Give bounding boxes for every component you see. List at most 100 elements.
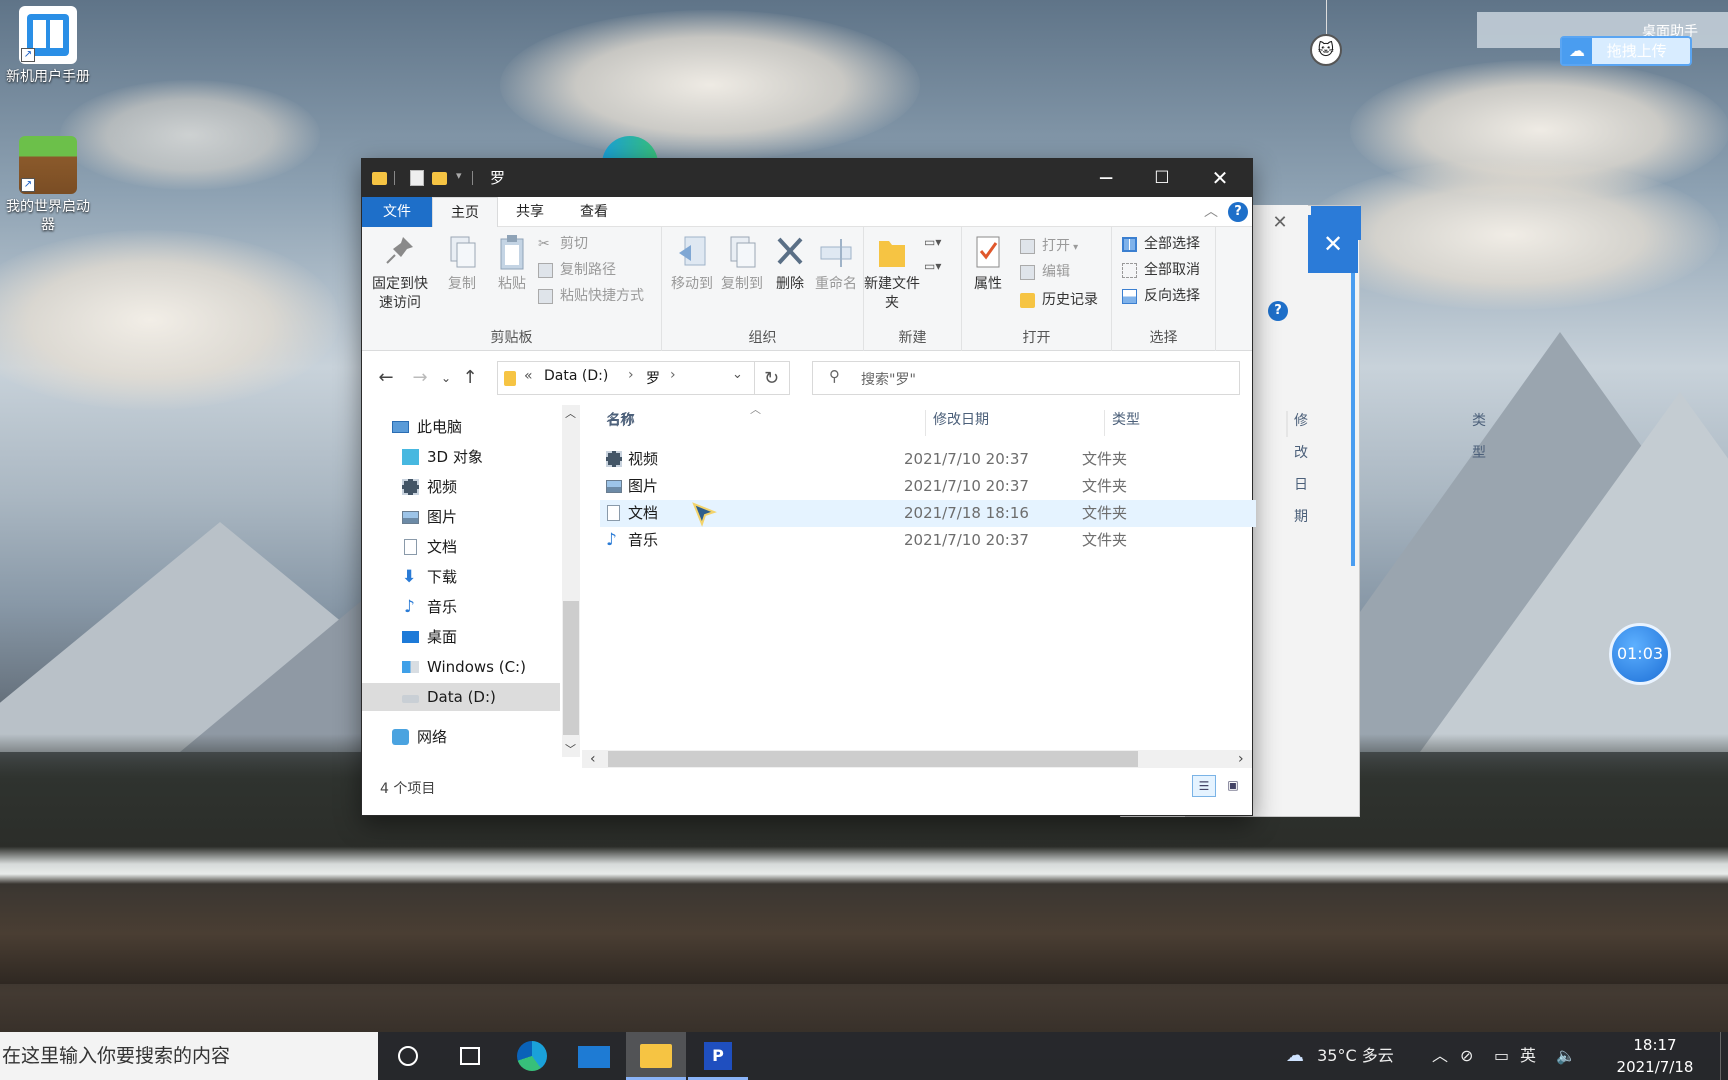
scroll-right-icon[interactable]: › [1238,750,1244,768]
task-view-button[interactable] [440,1032,500,1080]
file-row[interactable]: 视频 2021/7/10 20:37 文件夹 [600,446,1256,473]
cat-widget-icon[interactable]: 🐱 [1310,34,1342,66]
search-box[interactable]: ⚲ 搜索"罗" [812,361,1240,395]
desktop-icon-minecraft-launcher[interactable]: ↗ 我的世界启动器 [4,136,92,234]
navigation-pane-scrollbar[interactable]: ︿ ﹀ [562,405,580,757]
new-folder-quick-icon[interactable] [432,172,447,185]
floating-timer[interactable]: 01:03 [1609,623,1671,685]
background-dialog-close[interactable]: ✕ [1252,205,1308,241]
open-button[interactable]: 打开 ▾ [1020,235,1078,257]
tab-share[interactable]: 共享 [498,197,562,227]
scroll-up-icon[interactable]: ︿ [565,405,576,421]
pin-to-quick-access-button[interactable]: 固定到快速访问 [368,233,432,313]
taskbar-app-edge[interactable] [502,1032,562,1080]
copy-path-button[interactable]: 复制路径 [538,259,616,281]
back-arrow-icon[interactable]: ← [374,365,398,391]
weather-widget[interactable]: ☁ 35°C 多云 [1286,1032,1394,1080]
minimize-button[interactable]: ─ [1078,159,1134,197]
nav-item-music[interactable]: ♪ 音乐 [362,593,560,621]
show-hidden-icons[interactable]: ︿ [1432,1032,1448,1080]
taskbar-app-mail[interactable] [564,1032,624,1080]
column-header-type[interactable]: 类型 [1472,405,1486,461]
recent-locations-icon[interactable]: ⌄ [434,365,458,391]
nav-item-videos[interactable]: 视频 [362,473,560,501]
title-bar[interactable]: ▾ 罗 ─ ☐ ✕ [362,159,1252,197]
nav-item-network[interactable]: 网络 [362,723,560,751]
address-dropdown-icon[interactable]: ⌄ [732,367,743,382]
properties-label: 属性 [974,276,1002,292]
refresh-icon[interactable]: ↻ [754,361,790,395]
edit-button[interactable]: 编辑 [1020,261,1070,283]
column-header-date[interactable]: 修改日期 [933,404,989,436]
file-row[interactable]: 图片 2021/7/10 20:37 文件夹 [600,473,1256,500]
battery-icon[interactable]: ▭ [1494,1032,1509,1080]
nav-item-3d-objects[interactable]: 3D 对象 [362,443,560,471]
column-separator[interactable] [1287,411,1288,437]
copy-button[interactable]: 复制 [434,233,490,294]
paste-shortcut-button[interactable]: 粘贴快捷方式 [538,285,644,307]
nav-item-downloads[interactable]: ⬇ 下载 [362,563,560,591]
drag-upload-button[interactable]: ☁ 拖拽上传 [1560,36,1692,66]
up-arrow-icon[interactable]: ↑ [458,365,482,391]
large-icons-view-icon[interactable]: ▣ [1222,775,1244,797]
scrollbar-thumb[interactable] [608,751,1138,767]
nav-item-desktop[interactable]: 桌面 [362,623,560,651]
address-segment-folder[interactable]: 罗 [646,368,660,388]
nav-item-documents[interactable]: 文档 [362,533,560,561]
details-view-icon[interactable]: ☰ [1192,775,1216,797]
history-button[interactable]: 历史记录 [1020,289,1098,311]
select-all-button[interactable]: 全部选择 [1122,233,1200,255]
maximize-button[interactable]: ☐ [1134,159,1190,197]
nav-item-data-d[interactable]: Data (D:) [362,683,560,711]
collapse-ribbon-icon[interactable]: ︿ [1204,201,1218,221]
help-icon[interactable]: ? [1268,301,1288,321]
help-icon[interactable]: ? [1228,202,1248,222]
nav-item-pictures[interactable]: 图片 [362,503,560,531]
column-separator[interactable] [1286,411,1287,437]
close-button[interactable]: ✕ [1192,159,1248,197]
column-header-date[interactable]: 修改日期 [1294,405,1308,525]
breadcrumb-chevron-icon[interactable]: › [628,367,634,383]
rename-button[interactable]: 重命名 [808,233,864,294]
select-none-button[interactable]: 全部取消 [1122,259,1200,281]
select-none-label: 全部取消 [1144,262,1200,278]
breadcrumb-chevron-icon[interactable]: › [670,367,676,383]
address-segment-drive[interactable]: Data (D:) [544,368,608,384]
desktop-icon-user-manual[interactable]: ↗ 新机用户手册 [4,6,92,86]
show-desktop-button[interactable] [1720,1032,1728,1080]
new-folder-button[interactable]: 新建文件夹 [864,233,920,313]
nav-item-this-pc[interactable]: 此电脑 [362,413,560,441]
column-header-type[interactable]: 类型 [1112,404,1140,436]
folder-icon [504,371,516,386]
taskbar-search-box[interactable]: 在这里输入你要搜索的内容 [0,1032,378,1080]
cut-button[interactable]: ✂ 剪切 [538,233,588,255]
scroll-left-icon[interactable]: ‹ [590,750,596,768]
taskbar-app-file-explorer[interactable] [626,1032,686,1080]
tab-home[interactable]: 主页 [432,197,498,228]
network-icon [392,729,409,745]
properties-quick-icon[interactable] [410,170,424,186]
scroll-down-icon[interactable]: ﹀ [565,741,576,757]
column-header-name[interactable]: 名称 [607,404,635,436]
move-to-button[interactable]: 移动到 [664,233,720,294]
tab-file[interactable]: 文件 [362,197,432,227]
input-method-icon[interactable]: 英 [1520,1032,1536,1080]
clock[interactable]: 18:17 2021/7/18 [1610,1034,1700,1078]
forward-arrow-icon[interactable]: → [408,365,432,391]
cortana-button[interactable] [378,1032,438,1080]
new-item-icon[interactable]: ▭▾ [924,235,950,253]
paste-button[interactable]: 粘贴 [484,233,540,294]
network-status-icon[interactable]: ⊘ [1460,1032,1473,1080]
taskbar-app-p[interactable]: P [688,1032,748,1080]
invert-selection-button[interactable]: 反向选择 [1122,285,1200,307]
file-list-hscrollbar[interactable]: ‹ › [582,750,1252,768]
address-overflow[interactable]: « [524,368,533,384]
volume-icon[interactable]: 🔈 [1556,1032,1576,1080]
scrollbar-thumb[interactable] [563,601,579,735]
address-bar[interactable]: « Data (D:) › 罗 › ⌄ [497,361,755,395]
tab-view[interactable]: 查看 [562,197,626,227]
properties-button[interactable]: 属性 [962,233,1014,294]
easy-access-icon[interactable]: ▭▾ [924,259,950,277]
customize-quick-access-icon[interactable]: ▾ [456,169,462,182]
nav-item-windows-c[interactable]: Windows (C:) [362,653,560,681]
